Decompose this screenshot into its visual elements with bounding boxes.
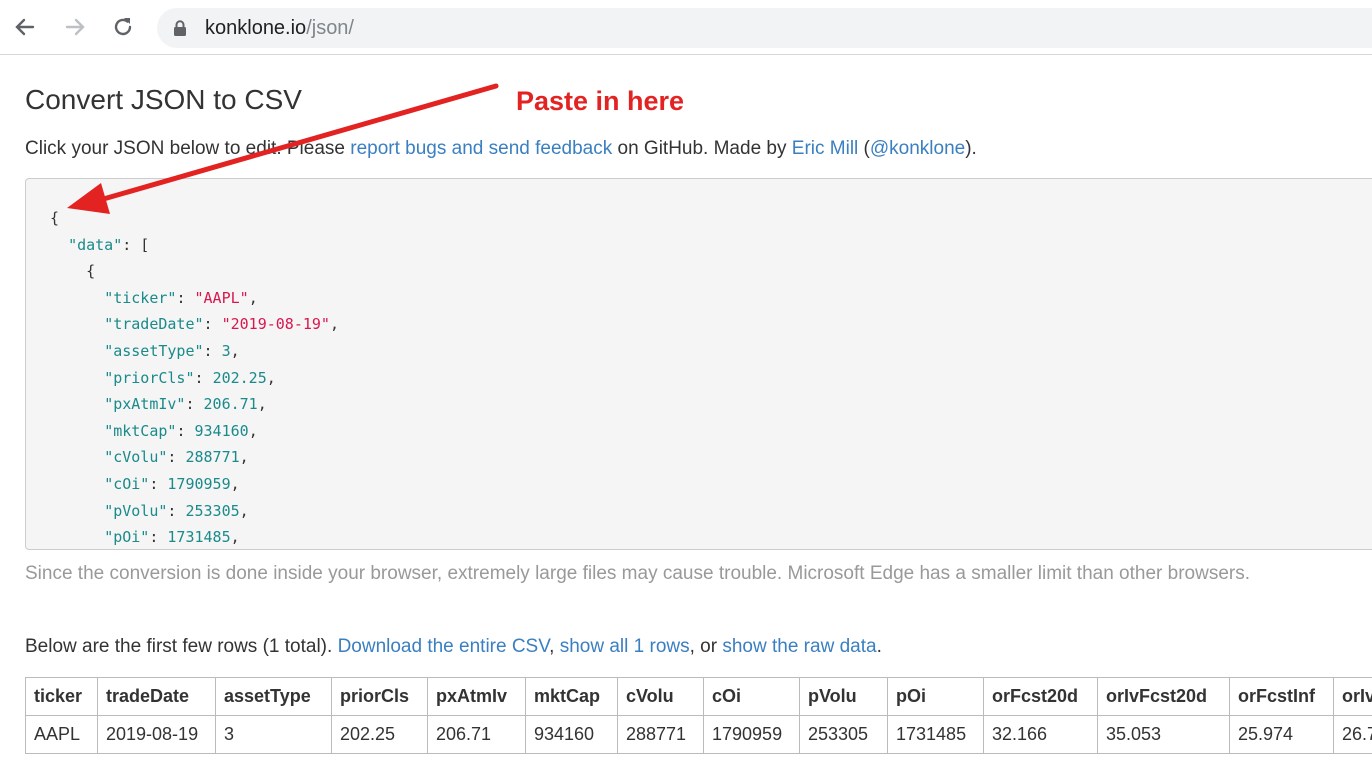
table-cell: 3 [215, 715, 332, 754]
column-header: pVolu [799, 677, 888, 716]
column-header: tradeDate [97, 677, 216, 716]
table-cell: 934160 [525, 715, 618, 754]
json-key: "pOi" [104, 528, 150, 547]
table-cell: 202.25 [331, 715, 428, 754]
summary-before: Below are the first few rows (1 total). [25, 636, 338, 657]
code-line: { [86, 262, 96, 281]
json-editor[interactable]: { "data": [ { "ticker": "AAPL", "tradeDa… [25, 178, 1372, 550]
column-header: pxAtmIv [427, 677, 526, 716]
table-cell: AAPL [25, 715, 98, 754]
lock-icon [174, 20, 186, 36]
annotation-label: Paste in here [516, 86, 685, 116]
code-line: "ticker": "AAPL", [104, 288, 258, 307]
summary-comma: , [549, 636, 560, 657]
code-line: "pxAtmIv": 206.71, [104, 395, 267, 414]
code-line: "cVolu": 288771, [104, 448, 249, 467]
address-bar[interactable]: konklone.io/json/ [157, 8, 1372, 48]
table-cell: 1731485 [887, 715, 984, 754]
summary-or: , or [689, 636, 723, 657]
table-cell: 253305 [799, 715, 888, 754]
json-key: "pxAtmIv" [104, 395, 186, 414]
json-code[interactable]: { "data": [ { "ticker": "AAPL", "tradeDa… [50, 205, 339, 549]
json-number-value: 253305 [185, 501, 240, 520]
intro-before: Click your JSON below to edit. Please [25, 138, 351, 159]
json-key: "data" [68, 235, 123, 254]
intro-paren: ( [858, 138, 870, 159]
code-line: "mktCap": 934160, [104, 421, 258, 440]
intro-end: ). [965, 138, 977, 159]
json-number-value: 206.71 [203, 395, 258, 414]
column-header: cOi [703, 677, 800, 716]
code-line: "priorCls": 202.25, [104, 368, 276, 387]
url-path: /json/ [306, 17, 354, 39]
author-link[interactable]: Eric Mill [792, 138, 859, 159]
table-row: AAPL 2019-08-19 3 202.25 206.71 934160 288771 1… [25, 715, 1372, 754]
column-header: mktCap [525, 677, 618, 716]
json-key: "assetType" [104, 341, 204, 360]
csv-preview-table: ticker tradeDate assetType priorCls pxAtmIv m… [25, 677, 1372, 754]
table-cell: 35.053 [1097, 715, 1230, 754]
json-key: "tradeDate" [104, 315, 204, 334]
column-header: pOi [887, 677, 984, 716]
column-header: orFcst20d [983, 677, 1098, 716]
code-line: "pOi": 1731485, [104, 528, 240, 547]
json-key: "pVolu" [104, 501, 168, 520]
json-key: "cOi" [104, 474, 150, 493]
json-key: "priorCls" [104, 368, 195, 387]
forward-arrow-icon [65, 18, 85, 36]
handle-link[interactable]: @konklone [870, 138, 965, 159]
json-string-value: "AAPL" [194, 288, 249, 307]
table-cell: 206.71 [427, 715, 526, 754]
code-line: "cOi": 1790959, [104, 474, 240, 493]
json-number-value: 3 [221, 341, 231, 360]
back-arrow-icon [15, 18, 35, 36]
json-number-value: 1790959 [167, 474, 231, 493]
forward-button[interactable] [62, 13, 88, 41]
browser-limit-note: Since the conversion is done inside your… [25, 563, 1250, 584]
json-number-value: 934160 [194, 421, 249, 440]
table-cell: 32.166 [983, 715, 1098, 754]
show-raw-data-link[interactable]: show the raw data [722, 636, 876, 657]
table-header-row: ticker tradeDate assetType priorCls pxAtmIv m… [25, 677, 1372, 716]
table-cell: 25.974 [1229, 715, 1334, 754]
json-key: "cVolu" [104, 448, 168, 467]
code-line: { [50, 209, 60, 227]
back-button[interactable] [12, 13, 38, 41]
summary-end: . [876, 636, 882, 657]
table-cell: 2019-08-19 [97, 715, 216, 754]
column-header: assetType [215, 677, 332, 716]
browser-toolbar: konklone.io/json/ [0, 0, 1372, 55]
page-title: Convert JSON to CSV [25, 84, 302, 115]
code-line: "tradeDate": "2019-08-19", [104, 315, 339, 334]
feedback-link[interactable]: report bugs and send feedback [350, 138, 612, 159]
json-key: "mktCap" [104, 421, 177, 440]
column-header: orIv [1333, 677, 1372, 716]
show-all-rows-link[interactable]: show all 1 rows [560, 636, 690, 657]
intro-text: Click your JSON below to edit. Please re… [25, 138, 977, 160]
code-line: "data": [ [68, 235, 150, 254]
json-string-value: "2019-08-19" [221, 315, 330, 334]
url-host: konklone.io [205, 17, 307, 39]
code-line: "assetType": 3, [104, 341, 240, 360]
column-header: orFcstInf [1229, 677, 1334, 716]
column-header: priorCls [331, 677, 428, 716]
column-header: ticker [25, 677, 98, 716]
json-number-value: 1731485 [167, 528, 231, 547]
column-header: cVolu [617, 677, 704, 716]
json-key: "ticker" [104, 288, 177, 307]
column-header: orIvFcst20d [1097, 677, 1230, 716]
rows-summary: Below are the first few rows (1 total). … [25, 636, 882, 658]
url-text: konklone.io/json/ [205, 17, 354, 40]
intro-mid: on GitHub. Made by [612, 138, 792, 159]
reload-button[interactable] [110, 13, 136, 41]
table-cell: 1790959 [703, 715, 800, 754]
reload-icon [114, 18, 132, 36]
table-cell: 288771 [617, 715, 704, 754]
json-number-value: 202.25 [212, 368, 267, 387]
table-cell: 26.7 [1333, 715, 1372, 754]
code-line: "pVolu": 253305, [104, 501, 249, 520]
json-number-value: 288771 [185, 448, 240, 467]
download-csv-link[interactable]: Download the entire CSV [338, 636, 550, 657]
